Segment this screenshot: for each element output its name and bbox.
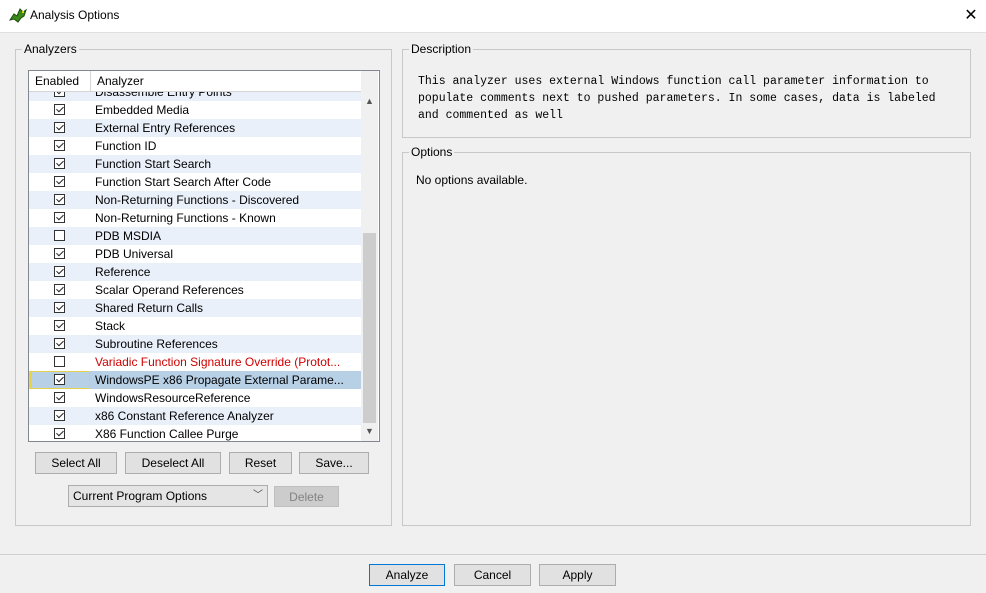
- table-row[interactable]: Variadic Function Signature Override (Pr…: [29, 353, 361, 371]
- enabled-checkbox[interactable]: [54, 176, 65, 187]
- analyzer-name: WindowsPE x86 Propagate External Parame.…: [95, 373, 344, 387]
- analyzer-name: X86 Function Callee Purge: [95, 427, 239, 441]
- analyzer-name: PDB MSDIA: [95, 229, 162, 243]
- scroll-thumb[interactable]: [363, 233, 376, 423]
- analyzer-name: Shared Return Calls: [95, 301, 204, 315]
- table-row[interactable]: Subroutine References: [29, 335, 361, 353]
- enabled-column-header[interactable]: Enabled: [29, 71, 91, 91]
- window-title: Analysis Options: [30, 8, 120, 22]
- reset-button[interactable]: Reset: [229, 452, 292, 474]
- delete-button[interactable]: Delete: [274, 486, 339, 507]
- enabled-checkbox[interactable]: [54, 266, 65, 277]
- analyzer-name: Function Start Search: [95, 157, 212, 171]
- save-button[interactable]: Save...: [299, 452, 369, 474]
- deselect-all-button[interactable]: Deselect All: [125, 452, 221, 474]
- enabled-checkbox[interactable]: [54, 92, 65, 97]
- table-row[interactable]: Embedded Media: [29, 101, 361, 119]
- analyzers-legend: Analyzers: [22, 42, 79, 56]
- enabled-checkbox[interactable]: [54, 104, 65, 115]
- table-row[interactable]: WindowsPE x86 Propagate External Parame.…: [29, 371, 361, 389]
- table-row[interactable]: Reference: [29, 263, 361, 281]
- analyzer-name: Disassemble Entry Points: [95, 92, 232, 99]
- scroll-down-icon[interactable]: ▼: [361, 423, 378, 439]
- enabled-checkbox[interactable]: [54, 320, 65, 331]
- table-row[interactable]: Disassemble Entry Points: [29, 92, 361, 101]
- footer-divider: [0, 554, 986, 555]
- analyzers-table: Enabled Analyzer Disassemble Entry Point…: [28, 70, 380, 442]
- scroll-up-icon[interactable]: ▲: [361, 93, 378, 109]
- vertical-scrollbar[interactable]: ▲ ▼: [361, 71, 378, 441]
- enabled-checkbox[interactable]: [54, 248, 65, 259]
- description-line: This analyzer uses external Windows func…: [418, 75, 929, 88]
- options-group: Options: [402, 145, 971, 526]
- analyzer-name: Reference: [95, 265, 151, 279]
- enabled-checkbox[interactable]: [54, 140, 65, 151]
- description-line: and commented as well: [418, 109, 563, 122]
- analyzer-name: Subroutine References: [95, 337, 218, 351]
- table-row[interactable]: Function ID: [29, 137, 361, 155]
- analyzer-name: Variadic Function Signature Override (Pr…: [95, 355, 341, 369]
- title-bar: Analysis Options ✕: [0, 0, 986, 33]
- analyzer-name: Function ID: [95, 139, 157, 153]
- table-row[interactable]: Scalar Operand References: [29, 281, 361, 299]
- analyzer-name: Scalar Operand References: [95, 283, 244, 297]
- enabled-checkbox[interactable]: [54, 374, 65, 385]
- analyzer-name: Function Start Search After Code: [95, 175, 272, 189]
- description-line: populate comments next to pushed paramet…: [418, 92, 936, 105]
- options-legend: Options: [409, 145, 455, 159]
- table-row[interactable]: External Entry References: [29, 119, 361, 137]
- table-row[interactable]: X86 Function Callee Purge: [29, 425, 361, 441]
- analyzer-rows: Disassemble Entry Points Embedded Media Ex…: [29, 92, 361, 441]
- analyzer-name: WindowsResourceReference: [95, 391, 251, 405]
- analyzer-name: Stack: [95, 319, 126, 333]
- enabled-checkbox[interactable]: [54, 302, 65, 313]
- table-row[interactable]: Non-Returning Functions - Discovered: [29, 191, 361, 209]
- table-row[interactable]: WindowsResourceReference: [29, 389, 361, 407]
- options-profile-select[interactable]: Current Program Options ﹀: [68, 485, 268, 507]
- description-legend: Description: [409, 42, 474, 56]
- table-header: Enabled Analyzer: [29, 71, 361, 92]
- table-row[interactable]: Stack: [29, 317, 361, 335]
- enabled-checkbox[interactable]: [54, 230, 65, 241]
- select-all-button[interactable]: Select All: [35, 452, 117, 474]
- analyzer-name: PDB Universal: [95, 247, 174, 261]
- enabled-checkbox[interactable]: [54, 158, 65, 169]
- description-text: This analyzer uses external Windows func…: [418, 73, 958, 124]
- cancel-button[interactable]: Cancel: [454, 564, 531, 586]
- chevron-down-icon: ﹀: [253, 490, 263, 501]
- table-row[interactable]: Function Start Search: [29, 155, 361, 173]
- table-row[interactable]: Shared Return Calls: [29, 299, 361, 317]
- table-row[interactable]: PDB MSDIA: [29, 227, 361, 245]
- enabled-checkbox[interactable]: [54, 122, 65, 133]
- apply-button[interactable]: Apply: [539, 564, 616, 586]
- analyzer-column-header[interactable]: Analyzer: [91, 71, 361, 91]
- options-profile-value: Current Program Options: [73, 489, 208, 503]
- enabled-checkbox[interactable]: [54, 194, 65, 205]
- analyzer-name: External Entry References: [95, 121, 236, 135]
- enabled-checkbox[interactable]: [54, 410, 65, 421]
- table-row[interactable]: x86 Constant Reference Analyzer: [29, 407, 361, 425]
- dragon-app-icon: [8, 8, 27, 23]
- analyzer-name: x86 Constant Reference Analyzer: [95, 409, 274, 423]
- enabled-checkbox[interactable]: [54, 284, 65, 295]
- analyzer-name: Non-Returning Functions - Discovered: [95, 193, 300, 207]
- enabled-checkbox[interactable]: [54, 428, 65, 439]
- close-icon[interactable]: ✕: [956, 0, 986, 32]
- enabled-checkbox[interactable]: [54, 356, 65, 367]
- table-row[interactable]: Function Start Search After Code: [29, 173, 361, 191]
- analyze-button[interactable]: Analyze: [369, 564, 445, 586]
- table-row[interactable]: PDB Universal: [29, 245, 361, 263]
- analyzer-name: Embedded Media: [95, 103, 190, 117]
- analyzer-name: Non-Returning Functions - Known: [95, 211, 276, 225]
- enabled-checkbox[interactable]: [54, 212, 65, 223]
- options-message: No options available.: [416, 173, 528, 187]
- enabled-checkbox[interactable]: [54, 338, 65, 349]
- table-row[interactable]: Non-Returning Functions - Known: [29, 209, 361, 227]
- enabled-checkbox[interactable]: [54, 392, 65, 403]
